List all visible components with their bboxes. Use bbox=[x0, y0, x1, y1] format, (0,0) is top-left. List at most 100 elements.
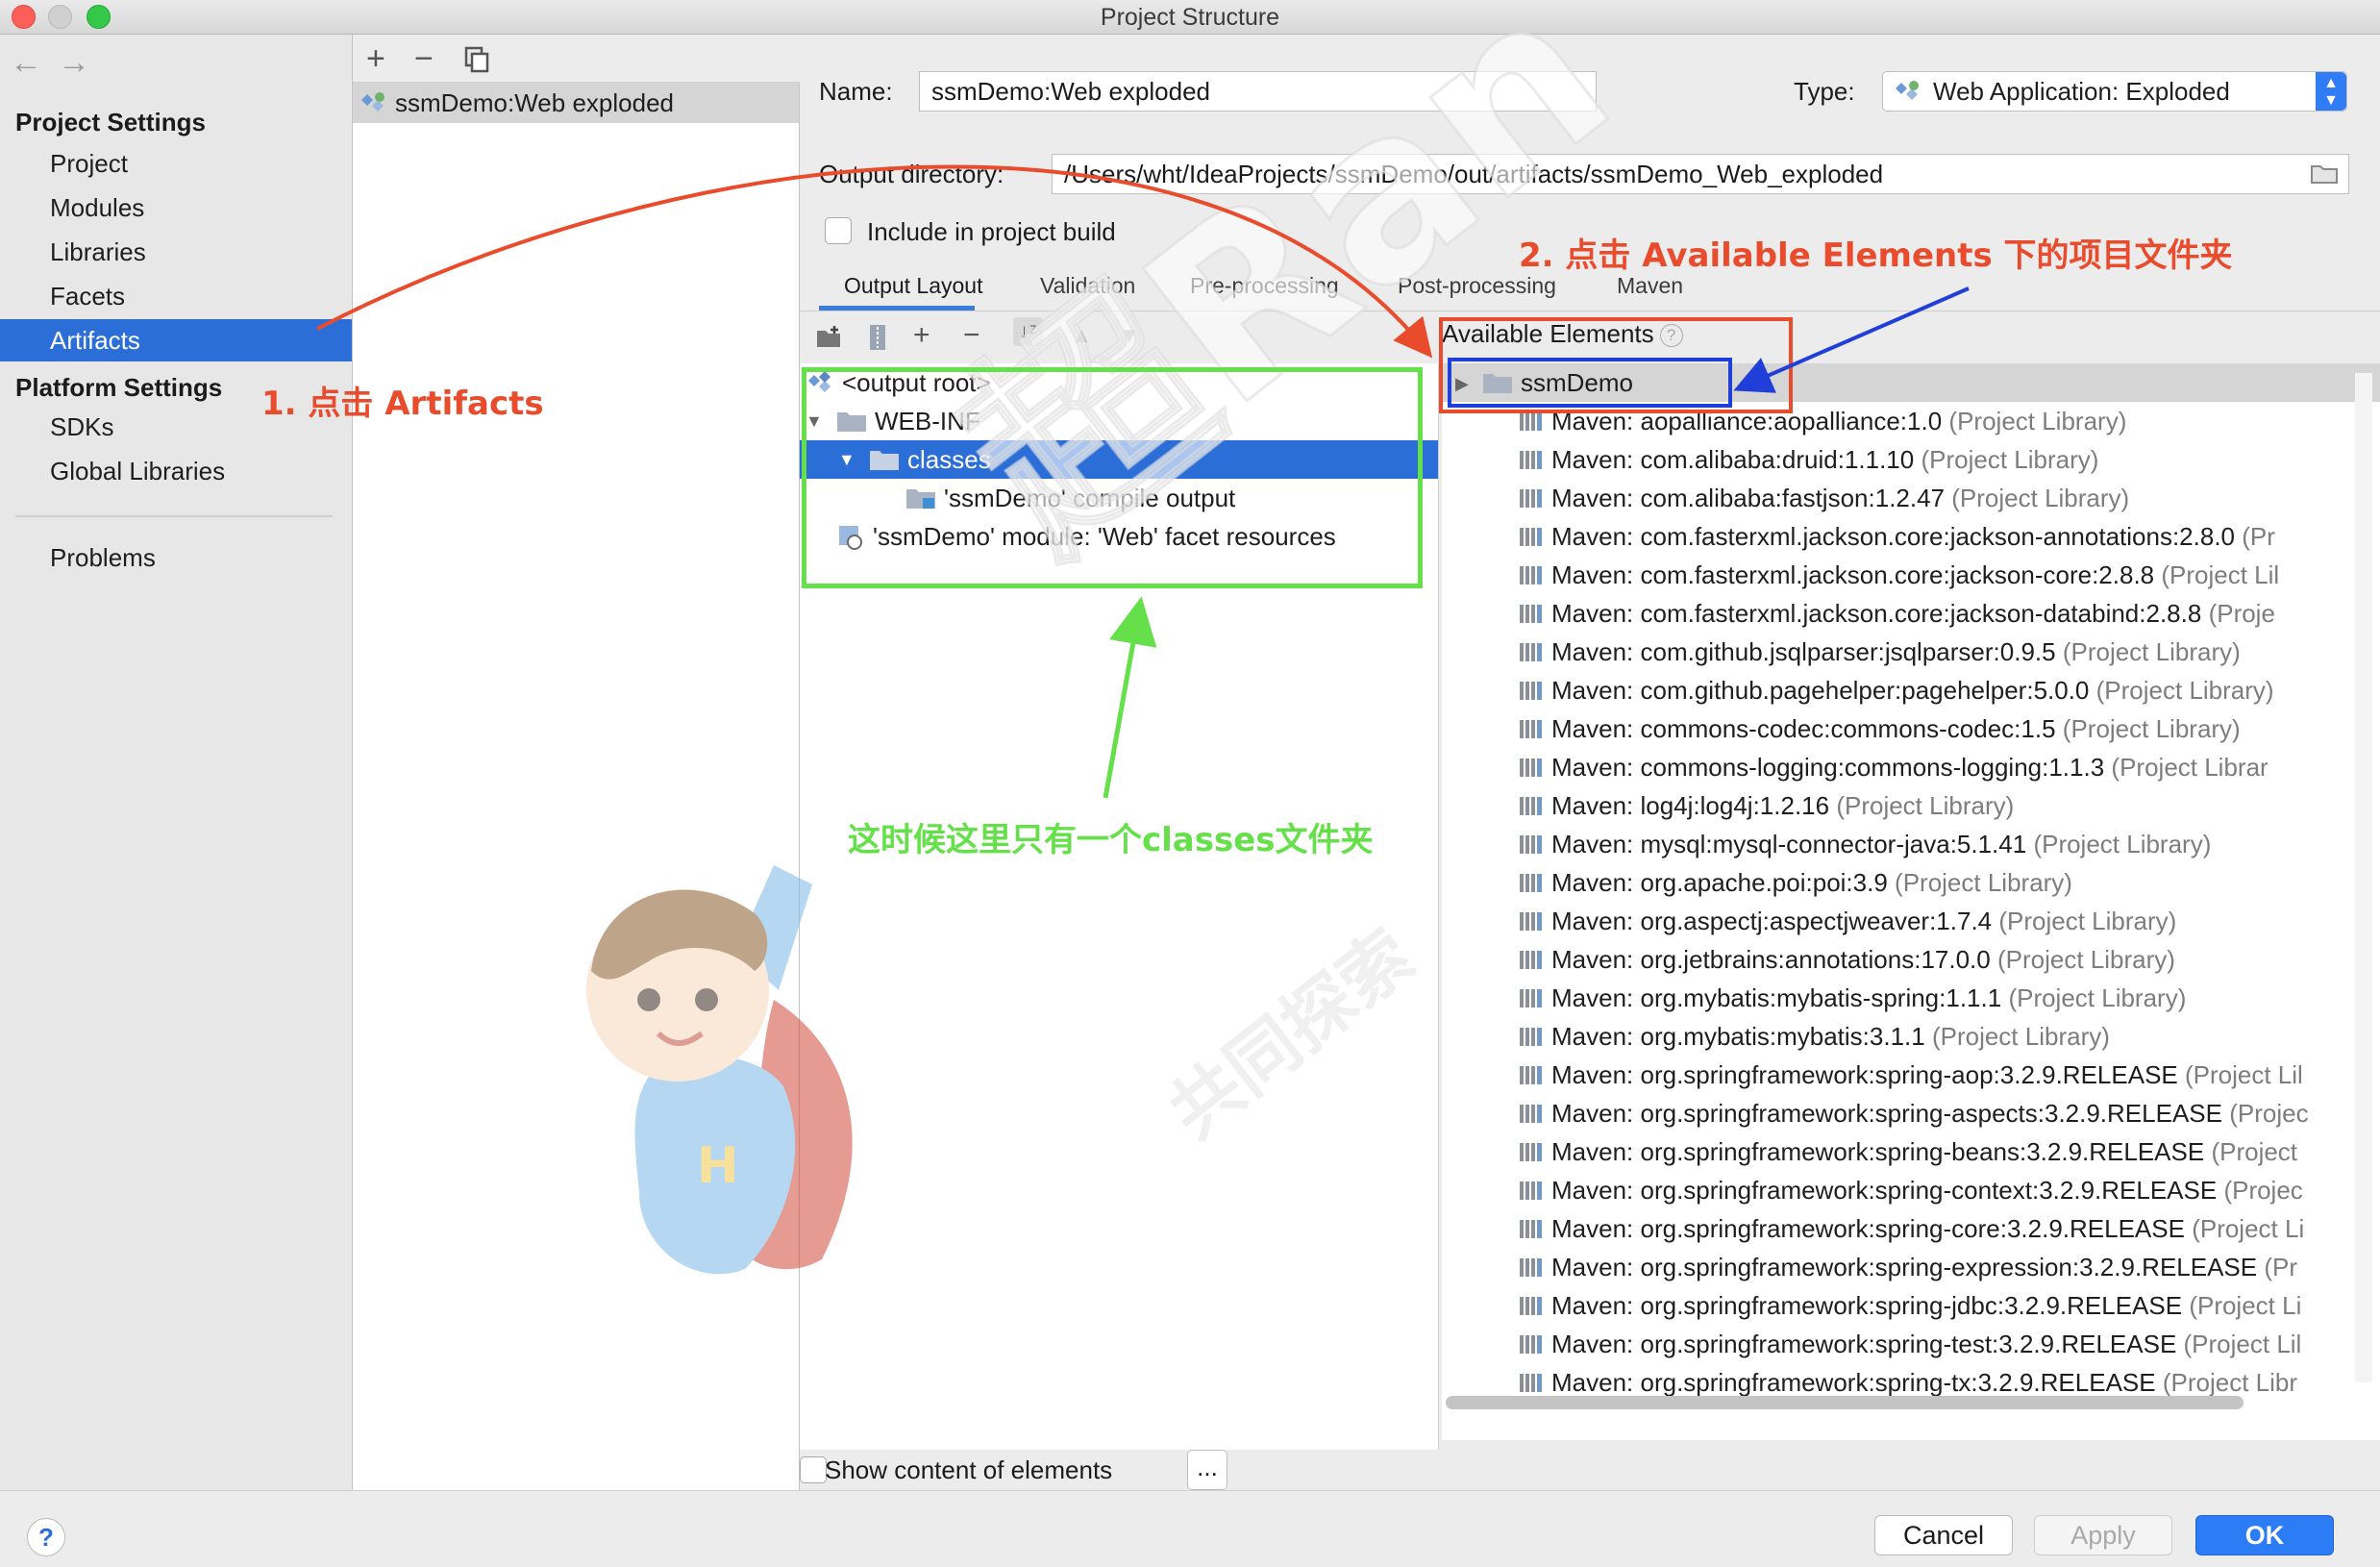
library-list-item[interactable]: Maven: log4j:log4j:1.2.16 (Project Libra… bbox=[1442, 786, 2380, 825]
library-list-item[interactable]: Maven: org.springframework:spring-aspect… bbox=[1442, 1094, 2380, 1132]
library-name: Maven: org.springframework:spring-beans:… bbox=[1551, 1137, 2205, 1166]
platform-settings-heading: Platform Settings bbox=[15, 373, 223, 402]
library-list-item[interactable]: Maven: mysql:mysql-connector-java:5.1.41… bbox=[1442, 825, 2380, 863]
library-icon bbox=[1520, 1374, 1542, 1392]
sidebar-item-global-libraries[interactable]: Global Libraries bbox=[0, 450, 352, 492]
horizontal-scrollbar[interactable] bbox=[1446, 1396, 2244, 1409]
apply-button[interactable]: Apply bbox=[2034, 1515, 2172, 1555]
library-scope: (Project Library) bbox=[2033, 830, 2212, 858]
library-name: Maven: org.aspectj:aspectjweaver:1.7.4 bbox=[1551, 907, 1993, 935]
forward-arrow-icon[interactable]: → bbox=[58, 44, 106, 81]
library-list-item[interactable]: Maven: commons-logging:commons-logging:1… bbox=[1442, 748, 2380, 786]
browse-folder-icon[interactable] bbox=[2310, 161, 2339, 186]
library-scope: (Project Library) bbox=[2095, 676, 2274, 705]
library-name: Maven: org.springframework:spring-aspect… bbox=[1551, 1099, 2222, 1128]
library-name: Maven: org.springframework:spring-core:3… bbox=[1551, 1214, 2185, 1243]
back-arrow-icon[interactable]: ← bbox=[10, 44, 58, 81]
tab-output-layout[interactable]: Output Layout bbox=[844, 273, 983, 299]
ok-button[interactable]: OK bbox=[2195, 1515, 2334, 1555]
artifact-list-toolbar: + − bbox=[353, 35, 800, 83]
library-scope: (Project Librar bbox=[2111, 753, 2268, 782]
remove-element-icon[interactable]: − bbox=[963, 319, 980, 352]
library-list-item[interactable]: Maven: com.fasterxml.jackson.core:jackso… bbox=[1442, 594, 2380, 633]
library-scope: (Project Library) bbox=[1948, 407, 2127, 435]
library-scope: (Project Library) bbox=[1836, 791, 2015, 820]
output-directory-input[interactable]: /Users/wht/IdeaProjects/ssmDemo/out/arti… bbox=[1052, 154, 2349, 194]
help-button[interactable]: ? bbox=[27, 1518, 65, 1556]
sidebar-item-libraries[interactable]: Libraries bbox=[0, 231, 352, 273]
title-bar: Project Structure bbox=[0, 0, 2380, 35]
library-list-item[interactable]: Maven: org.apache.poi:poi:3.9 (Project L… bbox=[1442, 863, 2380, 902]
library-list-item[interactable]: Maven: org.aspectj:aspectjweaver:1.7.4 (… bbox=[1442, 902, 2380, 940]
library-name: Maven: org.springframework:spring-aop:3.… bbox=[1551, 1060, 2178, 1089]
library-list-item[interactable]: Maven: org.springframework:spring-contex… bbox=[1442, 1171, 2380, 1209]
tab-pre-processing[interactable]: Pre-processing bbox=[1190, 273, 1339, 299]
library-list-item[interactable]: Maven: org.springframework:spring-expres… bbox=[1442, 1248, 2380, 1286]
sidebar-item-facets[interactable]: Facets bbox=[0, 275, 352, 317]
library-name: Maven: com.github.jsqlparser:jsqlparser:… bbox=[1551, 637, 2056, 666]
annotation-step1: 1. 点击 Artifacts bbox=[261, 385, 544, 423]
sidebar-item-artifacts[interactable]: Artifacts bbox=[0, 319, 352, 361]
include-in-build-checkbox[interactable] bbox=[825, 217, 852, 244]
sidebar-item-project[interactable]: Project bbox=[0, 142, 352, 185]
sort-elements-icon[interactable]: ↓ᶻ bbox=[1013, 317, 1043, 346]
library-list-item[interactable]: Maven: org.jetbrains:annotations:17.0.0 … bbox=[1442, 940, 2380, 979]
vertical-scrollbar[interactable] bbox=[2355, 373, 2372, 1382]
library-icon bbox=[1520, 720, 1542, 738]
library-name: Maven: org.jetbrains:annotations:17.0.0 bbox=[1551, 945, 1991, 974]
library-list-item[interactable]: Maven: org.mybatis:mybatis:3.1.1 (Projec… bbox=[1442, 1017, 2380, 1056]
library-scope: (Project Library) bbox=[1921, 445, 2099, 474]
remove-artifact-button[interactable]: − bbox=[414, 40, 434, 78]
library-icon bbox=[1520, 1220, 1542, 1238]
library-list-item[interactable]: Maven: com.fasterxml.jackson.core:jackso… bbox=[1442, 556, 2380, 594]
artifact-type-select[interactable]: Web Application: Exploded ▲ ▼ bbox=[1882, 71, 2347, 112]
svg-text:H: H bbox=[697, 1137, 739, 1195]
add-element-icon[interactable]: + bbox=[913, 319, 930, 352]
library-icon bbox=[1520, 1297, 1542, 1315]
library-list-item[interactable]: Maven: com.alibaba:druid:1.1.10 (Project… bbox=[1442, 440, 2380, 479]
library-scope: (Project Library) bbox=[1998, 907, 2177, 935]
library-icon bbox=[1520, 605, 1542, 623]
dropdown-chevron-icon: ▲ ▼ bbox=[2316, 72, 2346, 111]
create-directory-icon[interactable] bbox=[815, 325, 844, 358]
library-icon bbox=[1520, 1066, 1542, 1084]
library-list-item[interactable]: Maven: com.alibaba:fastjson:1.2.47 (Proj… bbox=[1442, 479, 2380, 517]
annotation-note-classes: 这时候这里只有一个classes文件夹 bbox=[848, 821, 1374, 859]
cancel-button[interactable]: Cancel bbox=[1874, 1515, 2013, 1555]
artifact-name-input[interactable]: ssmDemo:Web exploded bbox=[919, 71, 1597, 112]
sidebar-item-modules[interactable]: Modules bbox=[0, 187, 352, 229]
tab-validation[interactable]: Validation bbox=[1040, 273, 1135, 299]
library-list-item[interactable]: Maven: com.github.jsqlparser:jsqlparser:… bbox=[1442, 633, 2380, 671]
library-list-item[interactable]: Maven: org.springframework:spring-beans:… bbox=[1442, 1132, 2380, 1171]
move-up-icon[interactable]: ▲ bbox=[1071, 323, 1092, 348]
library-list-item[interactable]: Maven: commons-codec:commons-codec:1.5 (… bbox=[1442, 709, 2380, 748]
tab-maven[interactable]: Maven bbox=[1617, 273, 1683, 299]
library-icon bbox=[1520, 759, 1542, 777]
library-icon bbox=[1520, 412, 1542, 431]
artifact-item-ssmdemo-web-exploded[interactable]: ssmDemo:Web exploded bbox=[353, 83, 799, 123]
more-options-button[interactable]: ... bbox=[1187, 1450, 1227, 1490]
move-down-icon[interactable]: ▼ bbox=[1119, 323, 1140, 348]
library-scope: (Project Lil bbox=[2185, 1060, 2303, 1089]
add-artifact-button[interactable]: + bbox=[366, 40, 385, 78]
watermark-mascot-illustration: H bbox=[586, 865, 853, 1275]
library-name: Maven: commons-codec:commons-codec:1.5 bbox=[1551, 714, 2056, 743]
create-archive-icon[interactable] bbox=[867, 323, 888, 360]
copy-artifact-icon[interactable] bbox=[464, 44, 489, 82]
show-content-checkbox[interactable] bbox=[800, 1456, 827, 1483]
library-list-item[interactable]: Maven: com.fasterxml.jackson.core:jackso… bbox=[1442, 517, 2380, 556]
library-list-item[interactable]: Maven: org.springframework:spring-core:3… bbox=[1442, 1209, 2380, 1248]
library-icon bbox=[1520, 489, 1542, 508]
annotation-blue-box bbox=[1448, 358, 1732, 408]
library-list-item[interactable]: Maven: com.github.pagehelper:pagehelper:… bbox=[1442, 671, 2380, 709]
web-artifact-icon bbox=[1896, 81, 1919, 100]
library-name: Maven: org.springframework:spring-test:3… bbox=[1551, 1330, 2177, 1358]
sidebar-item-problems[interactable]: Problems bbox=[0, 536, 352, 579]
tab-post-processing[interactable]: Post-processing bbox=[1398, 273, 1556, 299]
library-list-item[interactable]: Maven: org.springframework:spring-jdbc:3… bbox=[1442, 1286, 2380, 1325]
library-list-item[interactable]: Maven: org.mybatis:mybatis-spring:1.1.1 … bbox=[1442, 979, 2380, 1017]
library-list-item[interactable]: Maven: org.springframework:spring-test:3… bbox=[1442, 1325, 2380, 1363]
library-name: Maven: com.github.pagehelper:pagehelper:… bbox=[1551, 676, 2090, 705]
library-scope: (Project Lil bbox=[2161, 560, 2280, 589]
library-list-item[interactable]: Maven: org.springframework:spring-aop:3.… bbox=[1442, 1056, 2380, 1094]
